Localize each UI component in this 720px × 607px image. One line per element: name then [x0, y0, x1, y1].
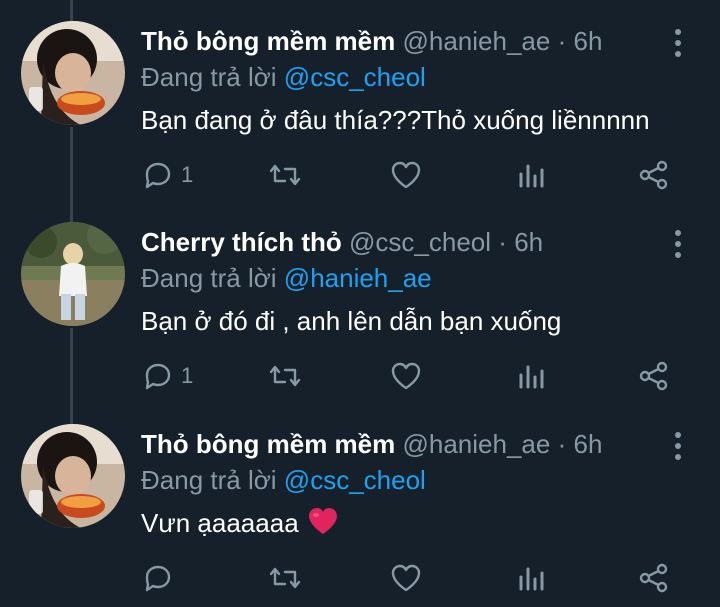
reply-button[interactable]: 1 — [141, 150, 193, 200]
reply-button[interactable]: 1 — [141, 351, 193, 401]
avatar[interactable] — [21, 222, 125, 326]
analytics-icon — [519, 365, 544, 389]
reply-icon — [145, 363, 171, 390]
retweet-icon — [269, 567, 301, 589]
more-options-icon[interactable] — [666, 26, 690, 60]
retweet-button[interactable] — [268, 351, 302, 401]
user-handle[interactable]: @hanieh_ae — [402, 429, 550, 459]
replying-to-label: Đang trả lời — [141, 465, 277, 495]
reply-icon — [145, 565, 171, 592]
avatar-eating-photo — [21, 21, 125, 125]
retweet-icon — [269, 164, 301, 186]
like-button[interactable] — [390, 150, 422, 200]
heart-icon — [391, 362, 421, 390]
tweet-text: Bạn đang ở đâu thía???Thỏ xuống liềnnnnn — [141, 105, 650, 135]
action-bar: 1 — [0, 150, 720, 200]
replying-to: Đang trả lời @csc_cheol — [141, 463, 426, 497]
user-handle[interactable]: @csc_cheol — [349, 227, 491, 257]
reply-icon — [145, 162, 171, 189]
like-button[interactable] — [390, 351, 422, 401]
replying-to: Đang trả lời @hanieh_ae — [141, 261, 432, 295]
share-button[interactable] — [638, 351, 670, 401]
mention-link[interactable]: @csc_cheol — [284, 62, 426, 92]
like-button[interactable] — [390, 553, 422, 603]
separator-dot: · — [557, 26, 567, 56]
tweet[interactable]: Cherry thích thỏ @csc_cheol · 6h Đang tr… — [0, 201, 720, 401]
display-name[interactable]: Thỏ bông mềm mềm — [141, 26, 395, 56]
display-name[interactable]: Cherry thích thỏ — [141, 227, 342, 257]
display-name[interactable]: Thỏ bông mềm mềm — [141, 429, 395, 459]
timestamp[interactable]: 6h — [573, 26, 602, 56]
more-options-icon[interactable] — [666, 429, 690, 463]
reply-count: 1 — [181, 162, 194, 187]
more-options-icon[interactable] — [666, 227, 690, 261]
mention-link[interactable]: @csc_cheol — [284, 465, 426, 495]
analytics-icon — [519, 164, 544, 188]
retweet-button[interactable] — [268, 150, 302, 200]
tweet-text: Vưn ạaaaaaa — [141, 508, 299, 538]
reply-button[interactable] — [141, 553, 181, 603]
retweet-button[interactable] — [268, 553, 302, 603]
analytics-button[interactable] — [516, 351, 546, 401]
analytics-icon — [519, 567, 544, 591]
avatar-eating-photo — [21, 424, 125, 528]
tweet[interactable]: Thỏ bông mềm mềm @hanieh_ae · 6h Đang tr… — [0, 0, 720, 200]
replying-to-label: Đang trả lời — [141, 62, 277, 92]
tweet-header: Thỏ bông mềm mềm @hanieh_ae · 6h — [141, 24, 602, 58]
avatar[interactable] — [21, 424, 125, 528]
heart-icon — [391, 564, 421, 592]
analytics-button[interactable] — [516, 553, 546, 603]
share-button[interactable] — [638, 553, 670, 603]
tweet-text: Bạn ở đó đi , anh lên dẫn bạn xuống — [141, 306, 562, 336]
tweet-text-container: Vưn ạaaaaaa — [141, 505, 339, 545]
avatar-outdoor-photo — [21, 222, 125, 326]
share-icon — [639, 563, 668, 593]
action-bar — [0, 553, 720, 603]
tweet-header: Cherry thích thỏ @csc_cheol · 6h — [141, 225, 543, 259]
timestamp[interactable]: 6h — [573, 429, 602, 459]
heart-icon — [391, 161, 421, 189]
action-bar: 1 — [0, 351, 720, 401]
analytics-button[interactable] — [516, 150, 546, 200]
replying-to: Đang trả lời @csc_cheol — [141, 60, 426, 94]
replying-to-label: Đang trả lời — [141, 263, 277, 293]
mention-link[interactable]: @hanieh_ae — [284, 263, 432, 293]
tweet[interactable]: Thỏ bông mềm mềm @hanieh_ae · 6h Đang tr… — [0, 403, 720, 603]
share-icon — [639, 160, 668, 190]
avatar[interactable] — [21, 21, 125, 125]
red-heart-emoji — [307, 506, 339, 545]
separator-dot: · — [498, 227, 507, 257]
retweet-icon — [269, 365, 301, 387]
reply-count: 1 — [181, 363, 194, 388]
share-icon — [639, 361, 668, 391]
share-button[interactable] — [638, 150, 670, 200]
timestamp[interactable]: 6h — [514, 227, 543, 257]
separator-dot: · — [557, 429, 567, 459]
tweet-header: Thỏ bông mềm mềm @hanieh_ae · 6h — [141, 427, 602, 461]
user-handle[interactable]: @hanieh_ae — [402, 26, 550, 56]
